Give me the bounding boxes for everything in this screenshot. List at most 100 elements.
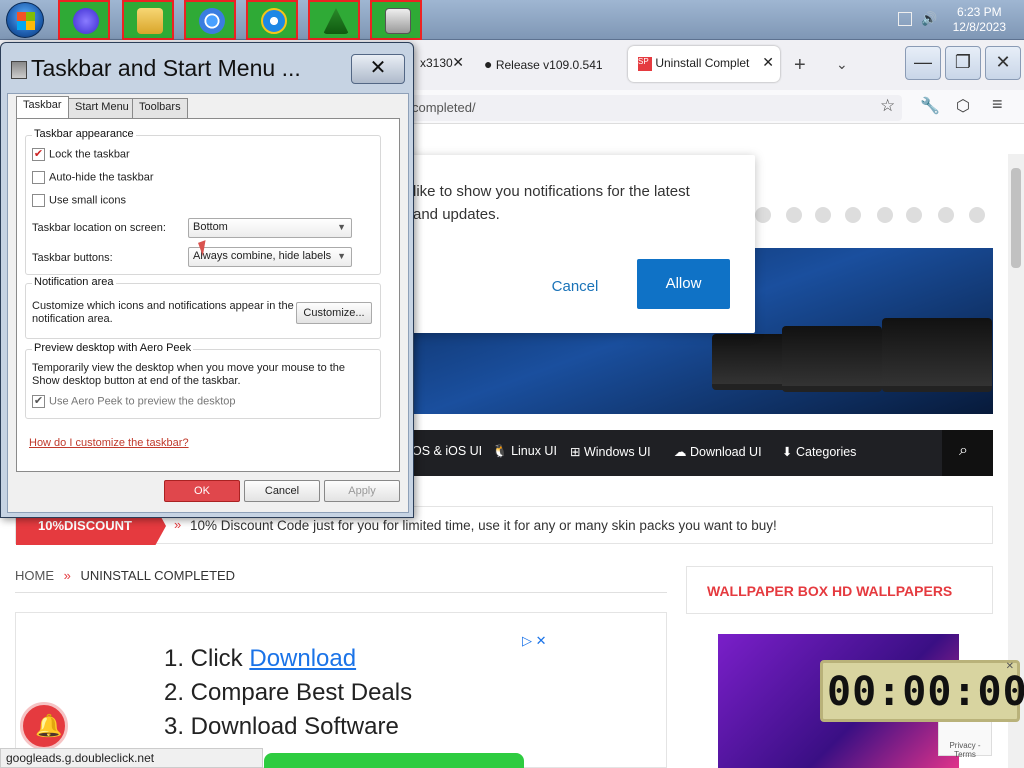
clock-time: 6:23 PM <box>956 5 1002 19</box>
advertisement[interactable]: ▷ ✕ 1. Click Download 2. Compare Best De… <box>15 612 667 768</box>
youtube-icon[interactable] <box>786 207 802 223</box>
ad-cta-button[interactable] <box>264 753 524 768</box>
select-value: Bottom <box>193 221 228 233</box>
app-blue-circle-icon <box>73 8 99 34</box>
rss-icon[interactable] <box>906 207 922 223</box>
aero-peek-checkbox[interactable]: ✔ <box>32 395 45 408</box>
ad-download-link[interactable]: Download <box>249 645 356 672</box>
github-icon: ● <box>484 56 493 72</box>
aero-peek-option[interactable]: ✔ Use Aero Peek to preview the desktop <box>32 395 236 408</box>
nav-item-linux[interactable]: 🐧 Linux UI <box>492 444 557 459</box>
sidebar-widget-title[interactable]: WALLPAPER BOX HD WALLPAPERS <box>707 583 952 599</box>
breadcrumb: HOME » UNINSTALL COMPLETED <box>15 568 235 583</box>
breadcrumb-home[interactable]: HOME <box>15 568 54 583</box>
taskbar-app-server[interactable] <box>370 0 422 40</box>
dribbble-icon[interactable] <box>969 207 985 223</box>
close-window-button[interactable]: ✕ <box>985 46 1021 80</box>
nav-item-categories[interactable]: ⬇ Categories <box>782 444 856 459</box>
windows-taskbar: 🔊 6:23 PM 12/8/2023 <box>0 0 1024 40</box>
chevron-down-icon: ▼ <box>337 251 346 261</box>
small-icons-option[interactable]: Use small icons <box>32 194 126 207</box>
cancel-button[interactable]: Cancel <box>244 480 320 502</box>
ad-line-2: 2. Compare Best Deals <box>164 679 413 706</box>
site-search-button[interactable]: ⌕ <box>942 430 993 476</box>
close-icon[interactable]: ✕ <box>452 54 464 71</box>
help-link[interactable]: How do I customize the taskbar? <box>29 437 189 449</box>
nav-item-download[interactable]: ☁ Download UI <box>674 444 762 459</box>
lock-taskbar-checkbox[interactable]: ✔ <box>32 148 45 161</box>
clock-date: 12/8/2023 <box>952 20 1006 34</box>
tab-taskbar[interactable]: Taskbar <box>16 96 69 119</box>
network-icon[interactable] <box>898 12 912 26</box>
customize-button[interactable]: Customize... <box>296 302 372 324</box>
cloud-download-icon: ☁ <box>674 445 687 459</box>
tab-2[interactable]: ● Release v109.0.541 <box>474 46 624 82</box>
chrome-icon <box>199 8 225 34</box>
volume-icon[interactable]: 🔊 <box>921 12 937 26</box>
deviantart-icon[interactable] <box>938 207 954 223</box>
linkedin-icon[interactable] <box>755 207 771 223</box>
linux-icon: 🐧 <box>492 444 508 458</box>
scroll-thumb[interactable] <box>1011 168 1021 268</box>
notification-allow-button[interactable]: Allow <box>637 259 730 309</box>
small-icons-checkbox[interactable] <box>32 194 45 207</box>
group-aero-peek: Preview desktop with Aero Peek Temporari… <box>25 342 381 419</box>
apply-button[interactable]: Apply <box>324 480 400 502</box>
christmas-tree-icon <box>323 8 349 34</box>
aero-desc-2: Show desktop button at end of the taskba… <box>32 375 241 387</box>
taskbar-app-tree[interactable] <box>308 0 360 40</box>
ad-text: 1. Click <box>164 645 250 672</box>
restore-button[interactable]: ❐ <box>945 46 981 80</box>
nav-item-windows[interactable]: ⊞ Windows UI <box>570 444 651 459</box>
taskbar-app-chrome[interactable] <box>184 0 236 40</box>
timer-widget[interactable]: 00:00:00 ✕ <box>820 660 1024 722</box>
tumblr-icon[interactable] <box>877 207 893 223</box>
nav-label: Linux UI <box>511 444 557 458</box>
taskbar-app-1[interactable] <box>58 0 110 40</box>
address-bar[interactable]: completed/ <box>402 95 902 121</box>
taskbar-app-ie[interactable] <box>246 0 298 40</box>
chevron-right-icon: » <box>174 517 182 532</box>
lock-taskbar-option[interactable]: ✔ Lock the taskbar <box>32 148 130 161</box>
server-icon <box>385 8 411 34</box>
minimize-button[interactable]: — <box>905 46 941 80</box>
autohide-checkbox[interactable] <box>32 171 45 184</box>
taskbar-app-explorer[interactable] <box>122 0 174 40</box>
autohide-option[interactable]: Auto-hide the taskbar <box>32 171 154 184</box>
dialog-close-button[interactable]: ✕ <box>351 54 405 84</box>
discount-text[interactable]: 10% Discount Code just for you for limit… <box>190 518 777 533</box>
tab-1[interactable]: x3130 ✕ <box>410 46 470 82</box>
group-title: Taskbar appearance <box>32 128 136 140</box>
start-orb-icon[interactable] <box>6 2 44 38</box>
pinterest-icon[interactable] <box>845 207 861 223</box>
chevron-down-icon[interactable]: ⌄ <box>836 56 848 73</box>
breadcrumb-current: UNINSTALL COMPLETED <box>80 568 236 583</box>
site-nav: OS & iOS UI 🐧 Linux UI ⊞ Windows UI ☁ Do… <box>412 430 993 476</box>
menu-icon[interactable]: ≡ <box>992 94 1003 115</box>
close-icon[interactable]: ✕ <box>762 54 774 71</box>
location-label: Taskbar location on screen: <box>32 222 166 234</box>
tab-start-menu[interactable]: Start Menu <box>68 98 136 118</box>
instagram-icon[interactable] <box>815 207 831 223</box>
bookmark-star-icon[interactable]: ☆ <box>880 96 895 116</box>
close-icon[interactable]: ✕ <box>1006 661 1014 672</box>
notification-desc-2: notification area. <box>32 313 113 325</box>
tab-label: x3130 <box>420 56 453 70</box>
notification-cancel-button[interactable]: Cancel <box>535 273 615 301</box>
location-select[interactable]: Bottom ▼ <box>188 218 352 238</box>
group-notification-area: Notification area Customize which icons … <box>25 276 381 339</box>
wrench-icon[interactable]: 🔧 <box>920 96 940 116</box>
notification-bell-button[interactable]: 🔔 <box>20 702 68 750</box>
checkbox-label: Lock the taskbar <box>49 148 130 161</box>
clock[interactable]: 6:23 PM 12/8/2023 <box>953 5 1006 35</box>
checkbox-label: Use small icons <box>49 194 127 207</box>
tab-toolbars[interactable]: Toolbars <box>132 98 188 118</box>
tab-active[interactable]: SP Uninstall Complet ✕ <box>628 46 780 82</box>
ok-button[interactable]: OK <box>164 480 240 502</box>
new-tab-icon[interactable]: + <box>794 54 806 77</box>
nav-item-os-ios[interactable]: OS & iOS UI <box>412 444 482 458</box>
adchoices-icon[interactable]: ▷ ✕ <box>522 633 547 649</box>
group-title: Notification area <box>32 276 116 288</box>
extensions-icon[interactable]: ⬡ <box>956 96 970 116</box>
nav-label: Windows UI <box>583 445 651 459</box>
